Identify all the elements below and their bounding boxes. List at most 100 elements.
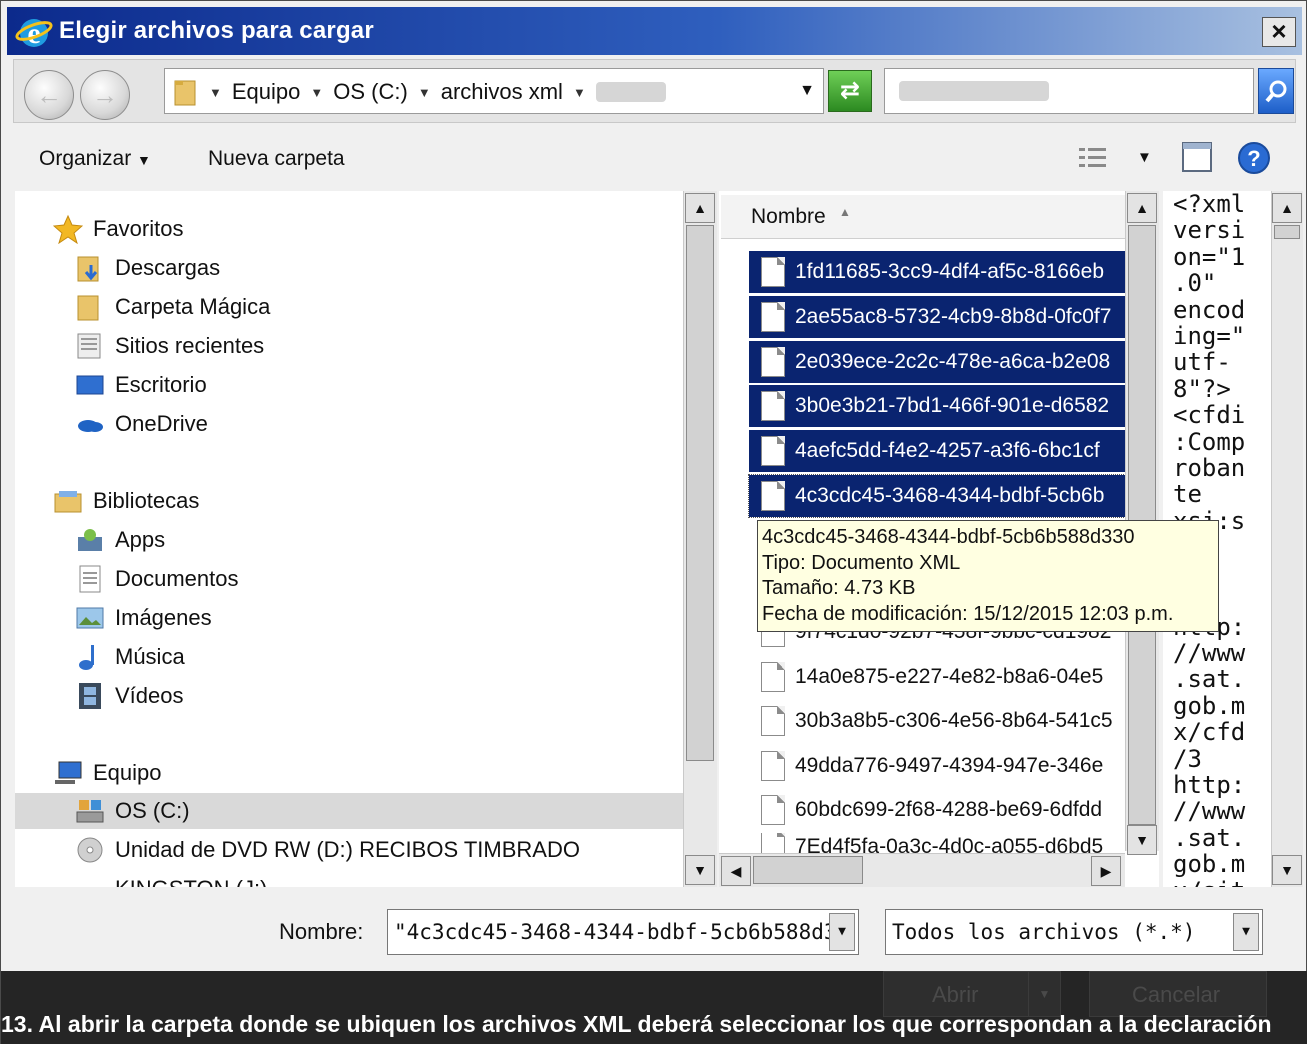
nav-label: Carpeta Mágica	[115, 294, 271, 319]
nav-imagenes[interactable]: Imágenes	[75, 600, 212, 636]
search-button[interactable]	[1258, 68, 1294, 114]
nav-descargas[interactable]: Descargas	[75, 250, 220, 286]
file-item[interactable]: 14a0e875-e227-4e82-b8a6-04e5	[749, 656, 1125, 698]
refresh-button[interactable]: ⇄	[828, 70, 872, 112]
file-item[interactable]: 4c3cdc45-3468-4344-bdbf-5cb6b	[748, 474, 1126, 518]
file-name: 14a0e875-e227-4e82-b8a6-04e5	[795, 665, 1104, 688]
file-list-hscrollbar[interactable]: ◀ ▶	[719, 853, 1125, 887]
scroll-right-icon[interactable]: ▶	[1091, 856, 1121, 886]
downloads-folder-icon	[75, 253, 105, 283]
nav-drive-c[interactable]: OS (C:)	[15, 793, 683, 829]
nav-label: OS (C:)	[115, 798, 190, 823]
column-header-name[interactable]: Nombre ▲	[721, 195, 1125, 239]
scroll-up-icon[interactable]: ▲	[1127, 193, 1157, 223]
scroll-up-icon[interactable]: ▲	[685, 193, 715, 223]
apps-icon	[75, 525, 105, 555]
scroll-down-icon[interactable]: ▼	[685, 855, 715, 885]
file-name: 2ae55ac8-5732-4cb9-8b8d-0fc0f7	[795, 305, 1112, 328]
file-name: 4aefc5dd-f4e2-4257-a3f6-6bc1cf	[795, 439, 1100, 462]
nav-equipo[interactable]: Equipo	[53, 755, 162, 791]
nav-scroll-thumb[interactable]	[686, 225, 714, 761]
view-options-icon[interactable]	[1077, 145, 1111, 171]
file-item[interactable]: 1fd11685-3cc9-4df4-af5c-8166eb	[749, 251, 1125, 293]
nav-bibliotecas[interactable]: Bibliotecas	[53, 483, 199, 519]
nav-drive-j[interactable]: KINGSTON (J:)	[75, 871, 267, 887]
chevron-down-icon: ▼	[137, 152, 151, 168]
nav-videos[interactable]: Vídeos	[75, 678, 184, 714]
scroll-down-icon[interactable]: ▼	[1127, 825, 1157, 855]
back-button[interactable]: ←	[24, 70, 74, 120]
navigation-pane: Favoritos Descargas Carpeta Mágica Sitio…	[15, 191, 683, 887]
nav-apps[interactable]: Apps	[75, 522, 165, 558]
file-name: 30b3a8b5-c306-4e56-8b64-541c5	[795, 709, 1113, 732]
file-name: 1fd11685-3cc9-4df4-af5c-8166eb	[795, 260, 1105, 283]
breadcrumb-separator-icon[interactable]: ▼	[310, 85, 323, 100]
new-folder-button[interactable]: Nueva carpeta	[208, 147, 345, 171]
nav-favorites[interactable]: Favoritos	[52, 211, 183, 247]
forward-arrow-icon: →	[92, 80, 118, 110]
pictures-icon	[75, 603, 105, 633]
breadcrumb-item-archivos-xml[interactable]: archivos xml	[441, 79, 563, 105]
file-type-select[interactable]: Todos los archivos (*.*) ▼	[885, 909, 1263, 955]
nav-label: Sitios recientes	[115, 333, 265, 358]
file-item[interactable]: 2ae55ac8-5732-4cb9-8b8d-0fc0f7	[749, 296, 1125, 338]
file-item[interactable]: 30b3a8b5-c306-4e56-8b64-541c5	[749, 700, 1125, 742]
search-icon	[1265, 80, 1287, 103]
nav-drive-d[interactable]: Unidad de DVD RW (D:) RECIBOS TIMBRADO	[75, 832, 580, 868]
file-item[interactable]: 4aefc5dd-f4e2-4257-a3f6-6bc1cf	[749, 430, 1125, 472]
nav-scrollbar[interactable]: ▲ ▼	[683, 191, 717, 887]
preview-scroll-thumb[interactable]	[1274, 225, 1300, 239]
chevron-down-icon[interactable]: ▼	[829, 913, 855, 951]
breadcrumb-separator-icon[interactable]: ▼	[573, 85, 586, 100]
filename-label: Nombre:	[279, 919, 364, 944]
document-icon	[761, 706, 785, 736]
nav-label: Escritorio	[115, 372, 207, 397]
view-dropdown-icon[interactable]: ▼	[1137, 149, 1152, 166]
address-dropdown-icon[interactable]: ▼	[799, 82, 815, 100]
filename-input[interactable]: "4c3cdc45-3468-4344-bdbf-5cb6b588d3 ▼	[387, 909, 859, 955]
nav-escritorio[interactable]: Escritorio	[75, 367, 207, 403]
preview-scrollbar[interactable]: ▲ ▼	[1271, 191, 1303, 887]
blurred-search-text	[899, 81, 1049, 101]
nav-sitios-recientes[interactable]: Sitios recientes	[75, 328, 264, 364]
nav-onedrive[interactable]: OneDrive	[75, 406, 208, 442]
scroll-down-icon[interactable]: ▼	[1272, 855, 1302, 885]
help-icon[interactable]: ?	[1237, 141, 1271, 175]
chevron-down-icon[interactable]: ▼	[1028, 972, 1060, 1016]
nav-label: OneDrive	[115, 411, 208, 436]
recent-places-icon	[75, 331, 105, 361]
file-item[interactable]: 49dda776-9497-4394-947e-346e	[749, 745, 1125, 787]
chevron-down-icon[interactable]: ▼	[1233, 913, 1259, 951]
scroll-left-icon[interactable]: ◀	[721, 856, 751, 886]
nav-documentos[interactable]: Documentos	[75, 561, 239, 597]
close-button[interactable]: ×	[1262, 17, 1296, 47]
column-header-label: Nombre	[751, 205, 826, 228]
nav-carpeta-magica[interactable]: Carpeta Mágica	[75, 289, 270, 325]
breadcrumb-item-equipo[interactable]: Equipo	[232, 79, 301, 105]
nav-label: Bibliotecas	[93, 488, 200, 513]
filename-value: "4c3cdc45-3468-4344-bdbf-5cb6b588d3	[394, 920, 837, 944]
usb-drive-icon	[75, 874, 105, 887]
documents-icon	[75, 564, 105, 594]
nav-label: Música	[115, 644, 185, 669]
organize-button[interactable]: Organizar ▼	[39, 147, 151, 171]
forward-button[interactable]: →	[80, 70, 130, 120]
breadcrumb-item-os[interactable]: OS (C:)	[333, 79, 408, 105]
nav-label: Apps	[115, 527, 166, 552]
document-icon	[761, 391, 785, 421]
nav-label: Vídeos	[115, 683, 184, 708]
search-input[interactable]	[884, 68, 1254, 114]
scroll-up-icon[interactable]: ▲	[1272, 193, 1302, 223]
file-item[interactable]: 60bdc699-2f68-4288-be69-6dfdd	[749, 789, 1125, 831]
address-bar[interactable]: ▼ Equipo ▼ OS (C:) ▼ archivos xml ▼ ▼	[164, 68, 824, 114]
file-item[interactable]: 3b0e3b21-7bd1-466f-901e-d6582	[749, 385, 1125, 427]
nav-musica[interactable]: Música	[75, 639, 185, 675]
breadcrumb-separator-icon[interactable]: ▼	[418, 85, 431, 100]
document-icon	[761, 481, 785, 511]
document-icon	[761, 436, 785, 466]
document-icon	[761, 347, 785, 377]
breadcrumb-separator-icon: ▼	[209, 84, 222, 100]
file-item[interactable]: 2e039ece-2c2c-478e-a6ca-b2e08	[749, 341, 1125, 383]
preview-pane-icon[interactable]	[1181, 141, 1213, 173]
hscroll-thumb[interactable]	[753, 856, 863, 884]
